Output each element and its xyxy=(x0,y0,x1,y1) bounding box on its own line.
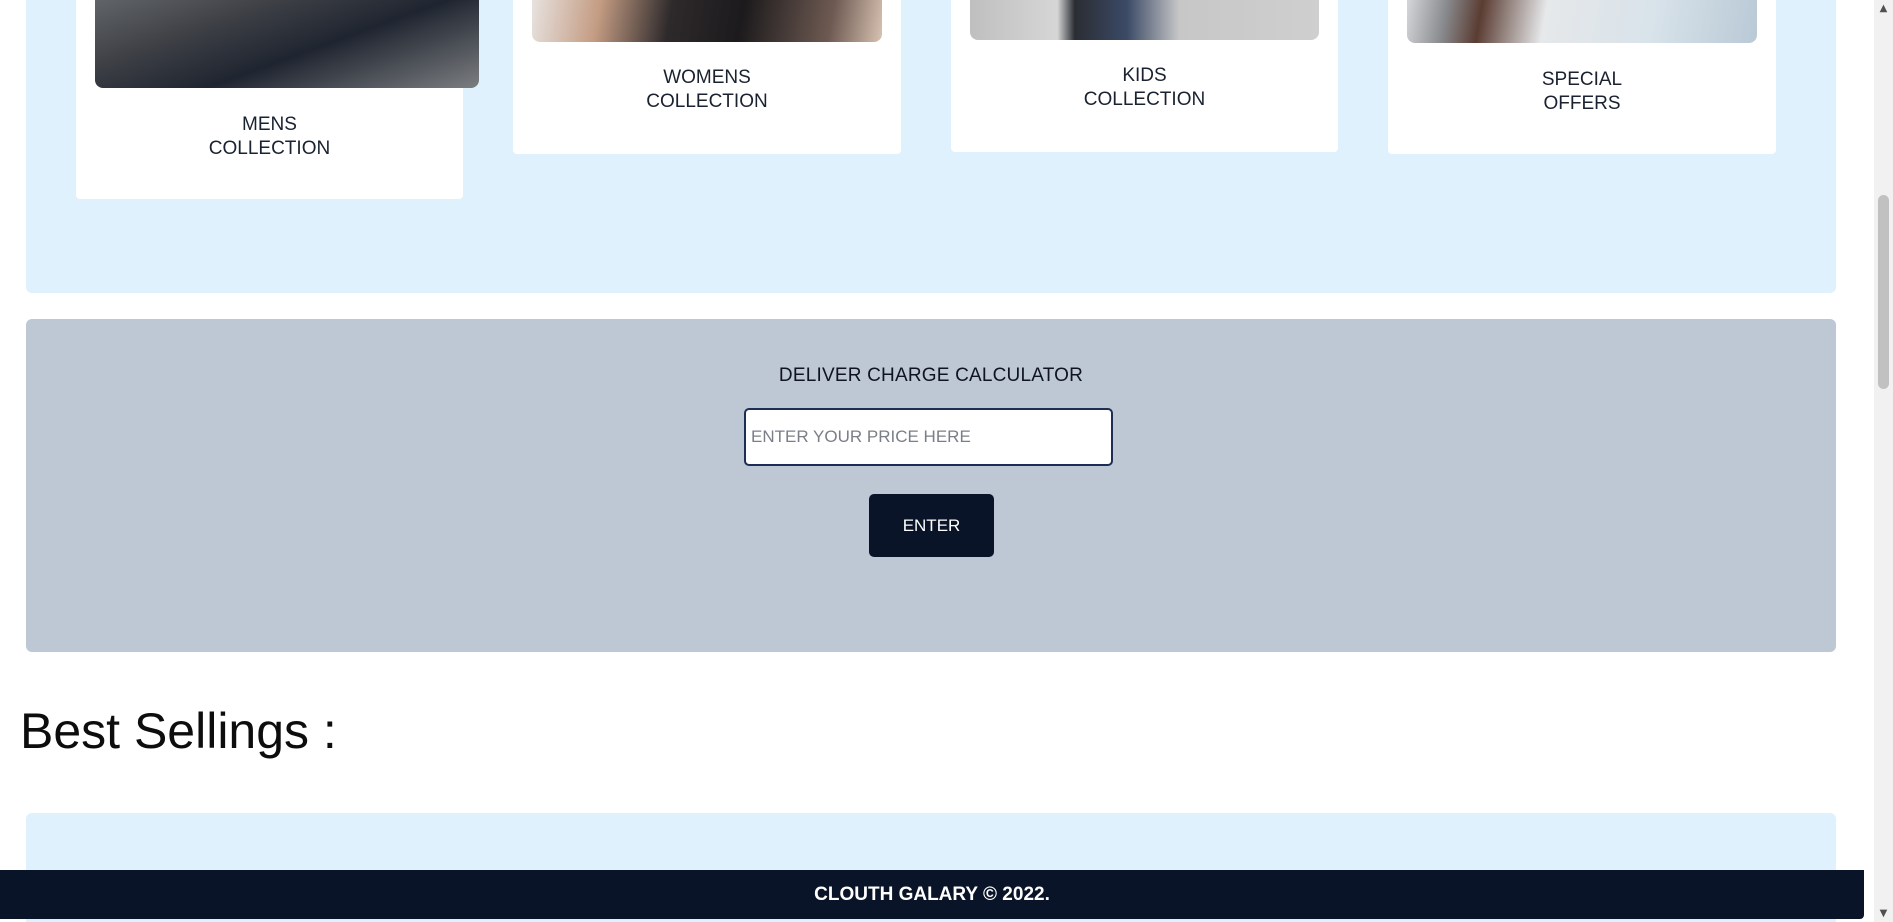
collection-card-mens[interactable]: MENS COLLECTION xyxy=(76,0,479,199)
collection-label-line1: WOMENS xyxy=(663,67,751,88)
mens-collection-image[interactable] xyxy=(95,0,479,88)
special-offers-image[interactable] xyxy=(1407,0,1757,43)
triangle-down-icon[interactable]: ▼ xyxy=(1874,905,1893,922)
collection-label-line1: SPECIAL xyxy=(1541,69,1623,90)
triangle-up-icon[interactable]: ▲ xyxy=(1874,0,1893,17)
vertical-scrollbar[interactable]: ▲ ▼ xyxy=(1874,0,1893,922)
collection-label-line2: OFFERS xyxy=(1543,93,1621,114)
collection-label-womens: WOMENS COLLECTION xyxy=(513,66,901,114)
delivery-calculator-section: DELIVER CHARGE CALCULATOR ENTER xyxy=(26,319,1836,652)
page: MENS COLLECTION WOMENS COLLECTION KIDS C… xyxy=(0,0,1874,922)
collection-card-womens[interactable]: WOMENS COLLECTION xyxy=(513,0,901,154)
collection-label-line2: COLLECTION xyxy=(208,138,331,159)
collection-label-line2: COLLECTION xyxy=(1083,89,1206,110)
scrollbar-thumb[interactable] xyxy=(1878,195,1889,389)
calculator-title: DELIVER CHARGE CALCULATOR xyxy=(778,365,1084,386)
womens-collection-image[interactable] xyxy=(532,0,882,42)
collection-label-line2: COLLECTION xyxy=(646,91,768,112)
collection-label-kids: KIDS COLLECTION xyxy=(951,64,1338,112)
kids-collection-image[interactable] xyxy=(970,0,1319,40)
collection-card-special-offers[interactable]: SPECIAL OFFERS xyxy=(1388,0,1776,154)
collection-label-line1: KIDS xyxy=(1122,65,1167,86)
footer: CLOUTH GALARY © 2022. xyxy=(0,870,1864,919)
collection-card-kids[interactable]: KIDS COLLECTION xyxy=(951,0,1338,152)
collection-label-line1: MENS xyxy=(242,114,297,135)
enter-button[interactable]: ENTER xyxy=(869,494,994,557)
price-input[interactable] xyxy=(744,408,1113,466)
best-sellings-heading: Best Sellings : xyxy=(20,703,337,759)
collection-label-mens: MENS COLLECTION xyxy=(76,113,463,161)
footer-copyright: CLOUTH GALARY © 2022. xyxy=(814,883,1050,905)
collection-label-special-offers: SPECIAL OFFERS xyxy=(1388,68,1776,116)
